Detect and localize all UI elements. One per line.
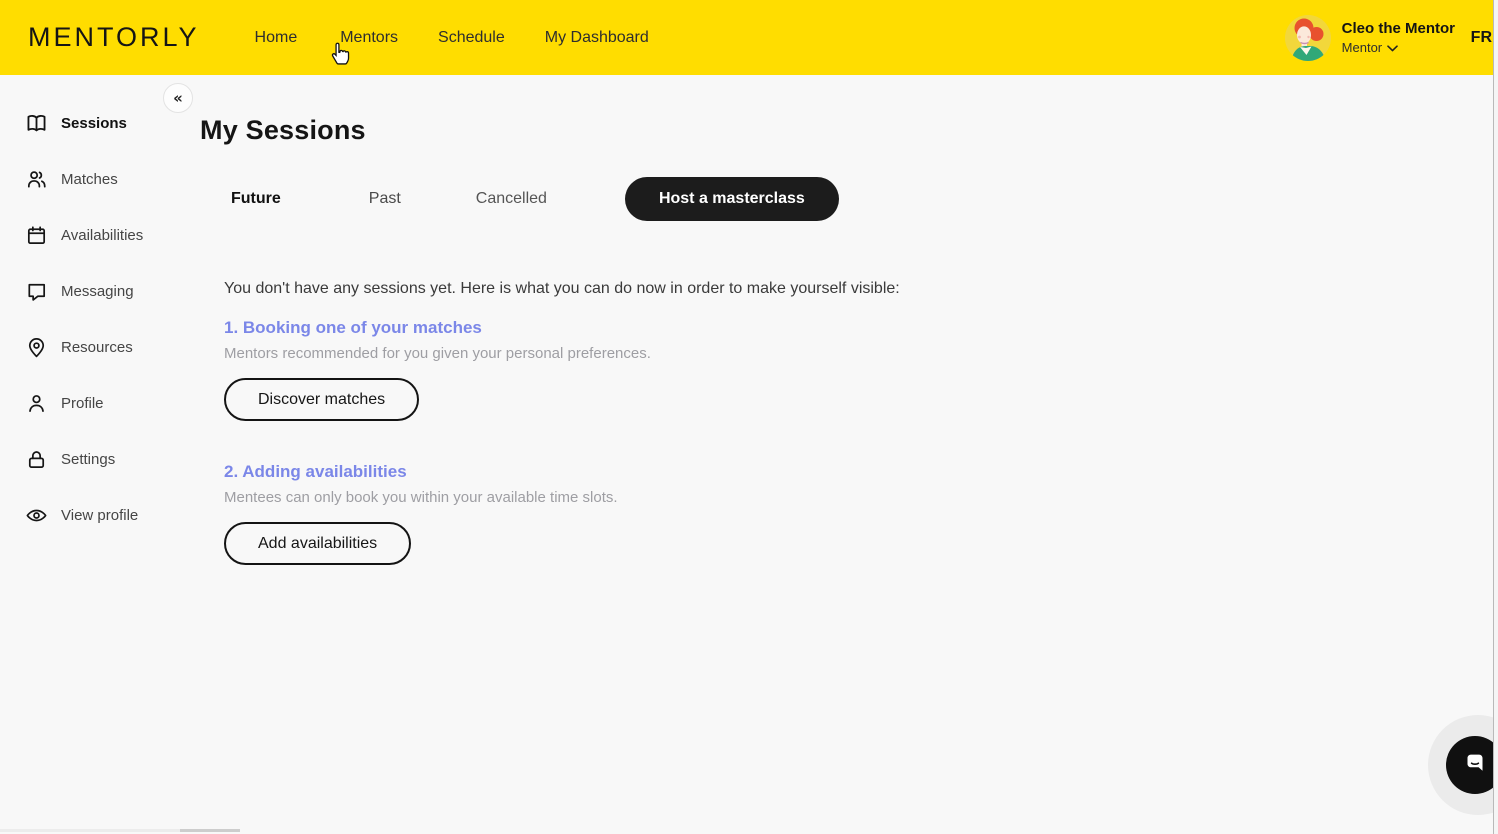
nav-home[interactable]: Home (255, 29, 298, 47)
empty-state-step-booking: 1. Booking one of your matches Mentors r… (224, 318, 1298, 421)
tab-future[interactable]: Future (231, 190, 281, 208)
host-masterclass-button[interactable]: Host a masterclass (625, 177, 839, 221)
sidebar-item-settings[interactable]: Settings (0, 431, 165, 487)
user-icon (24, 391, 48, 415)
sidebar-item-resources[interactable]: Resources (0, 319, 165, 375)
users-icon (24, 167, 48, 191)
chat-launcher-halo (1428, 715, 1498, 815)
user-menu[interactable]: Cleo the Mentor Mentor (1342, 20, 1467, 55)
empty-state-step-availabilities: 2. Adding availabilities Mentees can onl… (224, 462, 1298, 565)
pin-icon (24, 335, 48, 359)
user-role-label: Mentor (1342, 40, 1382, 55)
sidebar-item-label: Profile (61, 395, 104, 412)
calendar-icon (24, 223, 48, 247)
user-role-dropdown[interactable]: Mentor (1342, 40, 1467, 55)
step-description: Mentees can only book you within your av… (224, 489, 1298, 506)
sidebar-item-profile[interactable]: Profile (0, 375, 165, 431)
sidebar-item-label: Sessions (61, 115, 127, 132)
nav-my-dashboard[interactable]: My Dashboard (545, 29, 649, 47)
book-icon (24, 111, 48, 135)
sidebar-item-label: Availabilities (61, 227, 143, 244)
logo[interactable]: MENTORLY (28, 22, 200, 53)
sidebar-item-label: Settings (61, 451, 115, 468)
main-content: My Sessions Future Past Cancelled Host a… (198, 75, 1298, 565)
chevron-down-icon (1387, 40, 1398, 55)
sidebar-item-label: View profile (61, 507, 138, 524)
chat-launcher[interactable] (1446, 736, 1498, 794)
nav-mentors[interactable]: Mentors (340, 29, 398, 47)
discover-matches-button[interactable]: Discover matches (224, 378, 419, 421)
sidebar-item-sessions[interactable]: Sessions (0, 95, 165, 151)
sidebar-item-messaging[interactable]: Messaging (0, 263, 165, 319)
step-title: 2. Adding availabilities (224, 462, 1298, 482)
user-area: Cleo the Mentor Mentor FR (1285, 15, 1498, 61)
sessions-tabs: Future Past Cancelled Host a masterclass (231, 177, 1298, 221)
sidebar-item-label: Resources (61, 339, 133, 356)
collapse-chevrons-icon: « (173, 91, 183, 106)
add-availabilities-button[interactable]: Add availabilities (224, 522, 411, 565)
sidebar: Sessions Matches Availabilities Mes (0, 75, 165, 543)
avatar[interactable] (1285, 15, 1331, 61)
main-nav: Home Mentors Schedule My Dashboard (255, 29, 649, 47)
sidebar-item-matches[interactable]: Matches (0, 151, 165, 207)
vertical-scrollbar[interactable] (1493, 0, 1498, 834)
sidebar-item-label: Messaging (61, 283, 134, 300)
sidebar-item-view-profile[interactable]: View profile (0, 487, 165, 543)
sidebar-collapse-button[interactable]: « (163, 83, 193, 113)
step-title: 1. Booking one of your matches (224, 318, 1298, 338)
tab-cancelled[interactable]: Cancelled (476, 190, 547, 208)
horizontal-scrollbar-thumb[interactable] (180, 829, 240, 832)
empty-state-intro: You don't have any sessions yet. Here is… (224, 280, 1298, 298)
nav-schedule[interactable]: Schedule (438, 29, 505, 47)
chat-bubble-icon (1461, 749, 1489, 782)
horizontal-scrollbar (0, 829, 240, 832)
eye-icon (24, 503, 48, 527)
step-description: Mentors recommended for you given your p… (224, 345, 1298, 362)
tab-past[interactable]: Past (369, 190, 401, 208)
page-title: My Sessions (200, 115, 1298, 146)
language-toggle[interactable]: FR (1471, 29, 1492, 47)
sidebar-item-availabilities[interactable]: Availabilities (0, 207, 165, 263)
chat-icon (24, 279, 48, 303)
lock-icon (24, 447, 48, 471)
sidebar-item-label: Matches (61, 171, 118, 188)
top-nav-bar: MENTORLY Home Mentors Schedule My Dashbo… (0, 0, 1498, 75)
user-name: Cleo the Mentor (1342, 20, 1467, 37)
